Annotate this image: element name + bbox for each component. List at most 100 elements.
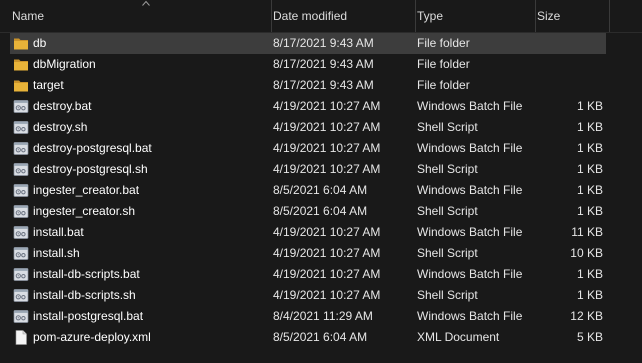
file-date-modified: 4/19/2021 10:27 AM: [273, 141, 381, 155]
file-date-modified: 8/5/2021 6:04 AM: [273, 183, 368, 197]
file-name-cell: dbMigration: [13, 54, 267, 75]
file-size: 1 KB: [576, 183, 603, 197]
file-date-modified: 4/19/2021 10:27 AM: [273, 225, 381, 239]
file-name-cell: destroy.bat: [13, 96, 267, 117]
file-date-modified: 8/4/2021 11:29 AM: [273, 309, 373, 323]
file-row[interactable]: dbMigration 8/17/2021 9:43 AM File folde…: [0, 54, 642, 75]
file-row[interactable]: destroy.bat 4/19/2021 10:27 AM Windows B…: [0, 96, 642, 117]
file-name: db: [33, 36, 47, 50]
file-type: Shell Script: [417, 120, 478, 134]
file-row[interactable]: install-postgresql.bat 8/4/2021 11:29 AM…: [0, 306, 642, 327]
folder-icon: [14, 59, 28, 71]
file-type: Shell Script: [417, 288, 478, 302]
file-type: File folder: [417, 78, 470, 92]
file-name-cell: db: [13, 33, 267, 54]
column-header-empty: [609, 0, 642, 32]
file-name-cell: install.sh: [13, 243, 267, 264]
file-row[interactable]: ingester_creator.bat 8/5/2021 6:04 AM Wi…: [0, 180, 642, 201]
column-header-type-label: Type: [417, 9, 444, 23]
file-type: Windows Batch File: [417, 225, 523, 239]
column-header-size-label: Size: [537, 9, 561, 23]
column-header-size[interactable]: Size: [535, 0, 609, 32]
file-row[interactable]: install.sh 4/19/2021 10:27 AM Shell Scri…: [0, 243, 642, 264]
file-type: File folder: [417, 36, 470, 50]
batch-file-icon: [13, 100, 29, 113]
file-row[interactable]: install-db-scripts.sh 4/19/2021 10:27 AM…: [0, 285, 642, 306]
file-size: 10 KB: [570, 246, 603, 260]
file-name: destroy.sh: [33, 120, 88, 134]
script-file-icon: [13, 205, 29, 218]
file-row[interactable]: pom-azure-deploy.xml 8/5/2021 6:04 AM XM…: [0, 327, 642, 348]
file-explorer: Name Date modified Type Size db 8/17/202…: [0, 0, 642, 363]
file-row[interactable]: ingester_creator.sh 8/5/2021 6:04 AM She…: [0, 201, 642, 222]
file-size: [537, 54, 603, 75]
file-size: 1 KB: [576, 99, 603, 113]
column-header-row: Name Date modified Type Size: [0, 0, 642, 33]
file-date-modified: 4/19/2021 10:27 AM: [273, 162, 381, 176]
file-size: 1 KB: [576, 204, 603, 218]
file-size: 11 KB: [571, 225, 603, 239]
column-header-date-modified[interactable]: Date modified: [271, 0, 411, 32]
column-divider[interactable]: [415, 0, 416, 32]
file-type: File folder: [417, 57, 470, 71]
file-row[interactable]: install.bat 4/19/2021 10:27 AM Windows B…: [0, 222, 642, 243]
script-file-icon: [13, 289, 29, 302]
file-row[interactable]: destroy-postgresql.sh 4/19/2021 10:27 AM…: [0, 159, 642, 180]
file-row[interactable]: install-db-scripts.bat 4/19/2021 10:27 A…: [0, 264, 642, 285]
batch-file-icon: [13, 142, 29, 155]
file-name: install-db-scripts.bat: [33, 267, 140, 281]
batch-file-icon: [13, 268, 29, 281]
folder-icon: [14, 38, 28, 50]
file-name: install.bat: [33, 225, 84, 239]
batch-file-icon: [13, 184, 29, 197]
file-size: 1 KB: [576, 162, 603, 176]
file-row[interactable]: target 8/17/2021 9:43 AM File folder: [0, 75, 642, 96]
file-type: Windows Batch File: [417, 267, 523, 281]
file-name: install-postgresql.bat: [33, 309, 144, 323]
file-date-modified: 4/19/2021 10:27 AM: [273, 288, 381, 302]
file-type: Shell Script: [417, 204, 478, 218]
xml-file-icon: [15, 330, 27, 345]
file-size: 12 KB: [570, 309, 603, 323]
file-type: Windows Batch File: [417, 309, 523, 323]
file-name: dbMigration: [33, 57, 96, 71]
file-row[interactable]: destroy-postgresql.bat 4/19/2021 10:27 A…: [0, 138, 642, 159]
file-name: target: [33, 78, 64, 92]
file-date-modified: 8/17/2021 9:43 AM: [273, 78, 374, 92]
column-header-name[interactable]: Name: [12, 0, 266, 32]
batch-file-icon: [13, 226, 29, 239]
column-header-name-label: Name: [12, 9, 45, 23]
script-file-icon: [13, 163, 29, 176]
file-name-cell: destroy-postgresql.bat: [13, 138, 267, 159]
column-header-date-label: Date modified: [273, 9, 348, 23]
sort-ascending-icon: [142, 0, 150, 6]
column-divider[interactable]: [609, 0, 610, 32]
file-type: Shell Script: [417, 246, 478, 260]
file-name: ingester_creator.sh: [33, 204, 136, 218]
column-divider[interactable]: [271, 0, 272, 32]
file-type: XML Document: [417, 330, 500, 344]
file-date-modified: 4/19/2021 10:27 AM: [273, 246, 381, 260]
file-date-modified: 4/19/2021 10:27 AM: [273, 99, 381, 113]
file-type: Windows Batch File: [417, 99, 523, 113]
batch-file-icon: [13, 310, 29, 323]
file-name-cell: target: [13, 75, 267, 96]
script-file-icon: [13, 247, 29, 260]
file-name: pom-azure-deploy.xml: [33, 330, 151, 344]
folder-icon: [14, 80, 28, 92]
file-date-modified: 4/19/2021 10:27 AM: [273, 120, 381, 134]
file-size: [537, 33, 603, 54]
file-name-cell: ingester_creator.sh: [13, 201, 267, 222]
file-name-cell: install.bat: [13, 222, 267, 243]
file-name-cell: install-postgresql.bat: [13, 306, 267, 327]
file-name: ingester_creator.bat: [33, 183, 140, 197]
file-row[interactable]: db 8/17/2021 9:43 AM File folder: [10, 33, 606, 54]
file-name: destroy-postgresql.bat: [33, 141, 152, 155]
file-date-modified: 8/17/2021 9:43 AM: [273, 36, 374, 50]
file-row[interactable]: destroy.sh 4/19/2021 10:27 AM Shell Scri…: [0, 117, 642, 138]
column-header-type[interactable]: Type: [415, 0, 531, 32]
file-name-cell: destroy-postgresql.sh: [13, 159, 267, 180]
file-list: db 8/17/2021 9:43 AM File folder dbMigra…: [0, 33, 642, 348]
column-divider[interactable]: [535, 0, 536, 32]
file-date-modified: 8/5/2021 6:04 AM: [273, 204, 368, 218]
